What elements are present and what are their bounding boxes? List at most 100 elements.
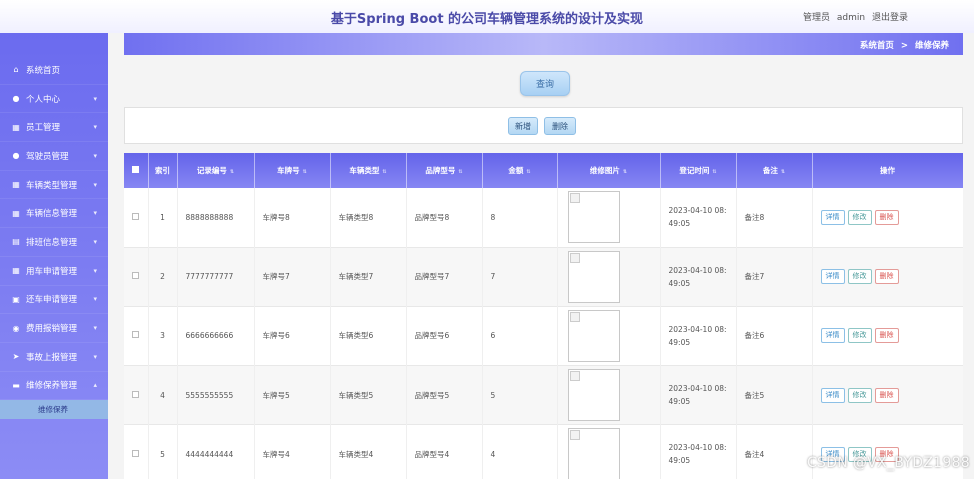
sidebar-item-return-request[interactable]: ▣ 还车申请管理 ▾ <box>0 286 108 315</box>
column-header-type[interactable]: 车辆类型 ⇅ <box>330 153 407 188</box>
cell-note: 备注8 <box>736 188 813 248</box>
edit-button[interactable]: 修改 <box>847 328 872 344</box>
cell-brand: 品牌型号5 <box>406 365 483 425</box>
cell-amount: 7 <box>482 247 558 307</box>
briefcase-icon: ▣ <box>12 294 20 304</box>
cell-brand: 品牌型号4 <box>406 424 483 479</box>
sidebar-item-home[interactable]: ⌂ 系统首页 <box>0 56 108 85</box>
sort-icon: ⇅ <box>302 169 307 175</box>
cell-actions: 详情 修改 删除 <box>812 188 963 248</box>
row-delete-button[interactable]: 删除 <box>874 328 899 344</box>
row-checkbox[interactable] <box>124 424 149 479</box>
column-header-brand[interactable]: 品牌型号 ⇅ <box>406 153 483 188</box>
cell-brand: 品牌型号7 <box>406 247 483 307</box>
cell-plate: 车牌号8 <box>254 188 331 248</box>
cell-plate: 车牌号5 <box>254 365 331 425</box>
detail-button[interactable]: 详情 <box>820 269 845 285</box>
sidebar-item-label: 费用报销管理 <box>26 324 78 335</box>
cell-image <box>557 365 661 425</box>
sidebar-item-schedule[interactable]: ▤ 排班信息管理 ▾ <box>0 228 108 257</box>
sort-icon: ⇅ <box>712 169 717 175</box>
search-button[interactable]: 查询 <box>520 71 570 96</box>
cell-time: 2023-04-10 08: 49:05 <box>660 365 737 425</box>
table-header-row: 索引 记录编号 ⇅ 车牌号 ⇅ 车辆类型 ⇅ 品牌型号 ⇅ 金额 ⇅ 维修图片 ⇅ 登记时间… <box>124 153 963 188</box>
grid-icon: ▦ <box>12 122 20 132</box>
cell-code: 7777777777 <box>177 247 255 307</box>
cell-time: 2023-04-10 08: 49:05 <box>660 424 737 479</box>
sidebar-item-vehicle-type[interactable]: ▦ 车辆类型管理 ▾ <box>0 171 108 200</box>
detail-button[interactable]: 详情 <box>820 328 845 344</box>
repair-image[interactable] <box>567 369 620 422</box>
cell-amount: 4 <box>482 424 558 479</box>
column-header-time[interactable]: 登记时间 ⇅ <box>660 153 737 188</box>
time-line-2: 49:05 <box>668 337 691 347</box>
sidebar-item-personal-center[interactable]: ● 个人中心 ▾ <box>0 85 108 114</box>
grid-icon: ▦ <box>12 180 20 190</box>
edit-button[interactable]: 修改 <box>847 387 872 403</box>
detail-button[interactable]: 详情 <box>820 387 845 403</box>
cell-type: 车辆类型6 <box>330 306 407 366</box>
repair-image[interactable] <box>567 191 620 244</box>
cell-index: 1 <box>148 188 178 248</box>
cell-plate: 车牌号7 <box>254 247 331 307</box>
sidebar-subitem-maintenance[interactable]: 维修保养 <box>0 400 108 420</box>
cell-type: 车辆类型5 <box>330 365 407 425</box>
row-checkbox[interactable] <box>124 365 149 425</box>
cell-brand: 品牌型号6 <box>406 306 483 366</box>
column-header-amount[interactable]: 金额 ⇅ <box>482 153 558 188</box>
add-button[interactable]: 新增 <box>508 117 538 135</box>
cell-time: 2023-04-10 08: 49:05 <box>660 247 737 307</box>
row-delete-button[interactable]: 删除 <box>874 209 899 225</box>
repair-image[interactable] <box>567 250 620 303</box>
chevron-up-icon: ▴ <box>93 381 97 390</box>
sort-icon: ⇅ <box>382 169 387 175</box>
time-line-1: 2023-04-10 08: <box>668 384 727 394</box>
list-icon: ▤ <box>12 237 20 247</box>
cell-image <box>557 188 661 248</box>
sidebar-item-label: 个人中心 <box>26 94 61 105</box>
table-row: 3 6666666666 车牌号6 车辆类型6 品牌型号6 6 2023-04-10 08:… <box>124 306 963 366</box>
column-header-note[interactable]: 备注 ⇅ <box>736 153 813 188</box>
cell-code: 4444444444 <box>177 424 255 479</box>
column-header-plate[interactable]: 车牌号 ⇅ <box>254 153 331 188</box>
sidebar-item-vehicle-request[interactable]: ▦ 用车申请管理 ▾ <box>0 257 108 286</box>
row-delete-button[interactable]: 删除 <box>874 269 899 285</box>
time-line-2: 49:05 <box>668 278 691 288</box>
cell-note: 备注7 <box>736 247 813 307</box>
select-all-checkbox[interactable] <box>124 153 149 188</box>
chevron-down-icon: ▾ <box>93 237 97 246</box>
cell-code: 8888888888 <box>177 188 255 248</box>
chevron-down-icon: ▾ <box>93 324 97 333</box>
column-header-actions: 操作 <box>812 153 963 188</box>
sort-icon: ⇅ <box>458 169 463 175</box>
repair-image[interactable] <box>567 309 620 362</box>
detail-button[interactable]: 详情 <box>820 209 845 225</box>
sidebar-item-accident[interactable]: ➤ 事故上报管理 ▾ <box>0 343 108 372</box>
row-checkbox[interactable] <box>124 306 149 366</box>
chevron-down-icon: ▾ <box>93 295 97 304</box>
sidebar-item-vehicle-info[interactable]: ▦ 车辆信息管理 ▾ <box>0 199 108 229</box>
edit-button[interactable]: 修改 <box>847 269 872 285</box>
cell-code: 5555555555 <box>177 365 255 425</box>
sidebar-item-expense[interactable]: ◉ 费用报销管理 ▾ <box>0 314 108 343</box>
row-delete-button[interactable]: 删除 <box>874 387 899 403</box>
cell-image <box>557 424 661 479</box>
column-header-image[interactable]: 维修图片 ⇅ <box>557 153 661 188</box>
cell-note: 备注5 <box>736 365 813 425</box>
sidebar-item-label: 维修保养管理 <box>26 381 78 392</box>
sidebar-item-label: 车辆信息管理 <box>26 209 78 220</box>
sidebar-item-driver[interactable]: ● 驾驶员管理 ▾ <box>0 142 108 171</box>
sidebar-item-employee[interactable]: ▦ 员工管理 ▾ <box>0 113 108 143</box>
sidebar-item-maintenance[interactable]: ▬ 维修保养管理 ▴ <box>0 372 108 401</box>
row-checkbox[interactable] <box>124 247 149 307</box>
column-header-code[interactable]: 记录编号 ⇅ <box>177 153 255 188</box>
sort-icon: ⇅ <box>780 169 786 175</box>
breadcrumb-home[interactable]: 系统首页 <box>860 41 894 51</box>
time-line-2: 49:05 <box>668 456 691 466</box>
delete-button[interactable]: 删除 <box>544 117 576 135</box>
repair-image[interactable] <box>567 428 620 479</box>
chevron-down-icon: ▾ <box>93 123 97 132</box>
logout-link[interactable]: 退出登录 <box>872 13 908 23</box>
edit-button[interactable]: 修改 <box>847 209 872 225</box>
row-checkbox[interactable] <box>124 188 149 248</box>
